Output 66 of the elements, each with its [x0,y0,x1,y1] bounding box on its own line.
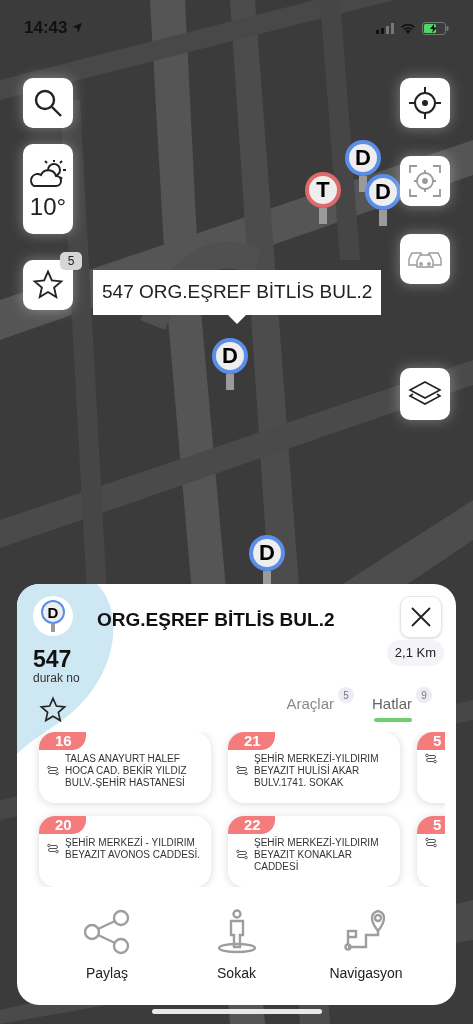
action-label: Paylaş [86,963,128,983]
pin-stem [319,208,327,224]
route-icon [425,836,437,849]
search-button[interactable] [23,78,73,128]
route-number: 22 [228,815,275,834]
route-name: ŞEHİR MERKEZİ-YILDIRIM BEYAZIT KONAKLAR CADDESİ [254,836,380,873]
stop-number: 547 [33,647,72,671]
action-label: Navigasyon [329,963,403,983]
tab-label: Araçlar [286,694,334,714]
route-name: TALAS ANAYURT HALEF HOCA CAD. BEKİR YILDIZ BULV.-ŞEHİR HASTANESİ [65,752,188,789]
pin-stem [226,374,234,390]
route-icon [236,848,248,861]
route-number: 16 [39,731,86,750]
focus-location-button[interactable] [400,156,450,206]
favorite-toggle[interactable] [39,695,67,724]
close-button[interactable] [400,596,442,638]
action-button[interactable]: Paylaş [57,908,157,984]
route-number: 20 [39,815,86,834]
route-number: 5 [417,731,445,750]
favorites-count-badge: 5 [60,252,82,270]
tab-count-badge: 5 [338,687,354,703]
tab[interactable]: Hatlar 9 [372,687,432,722]
my-location-button[interactable] [400,78,450,128]
pin-stem [379,210,387,226]
close-icon [410,606,432,628]
traffic-button[interactable] [400,234,450,284]
pin-stem [359,176,367,192]
star-icon [39,695,67,724]
route-icon [236,764,248,777]
route-card[interactable]: 22 ŞEHİR MERKEZİ-YILDIRIM BEYAZIT KONAKLAR CADDESİ [228,815,400,887]
search-icon [33,88,63,118]
scan-target-icon [408,164,442,198]
action-button[interactable]: Sokak [186,908,287,984]
route-icon [47,764,59,777]
crosshair-icon [409,86,441,120]
stop-name: ORG.EŞREF BİTLİS BUL.2 [97,608,336,632]
tab[interactable]: Araçlar 5 [286,687,354,722]
location-arrow-icon [71,22,84,34]
tooltip-pointer-icon [228,314,247,324]
stop-tooltip: 547 ORG.EŞREF BİTLİS BUL.2 [93,270,382,315]
stop-badge-letter: D [41,600,65,624]
route-number: 5 [417,815,445,834]
share-icon [83,908,131,955]
partly-cloudy-icon [28,159,68,189]
tab-label: Hatlar [372,694,412,714]
stop-number-label: durak no [33,670,80,686]
pedestrian-icon [216,908,257,955]
action-label: Sokak [217,963,256,983]
layers-button[interactable] [400,368,450,420]
action-button[interactable]: Navigasyon [316,908,416,984]
route-name: ŞEHİR MERKEZİ - YILDIRIM BEYAZIT AVONOS CADDESİ. [65,836,202,861]
route-card[interactable]: 16 TALAS ANAYURT HALEF HOCA CAD. BEKİR YILDIZ BULV.-ŞEHİR HASTANESİ [39,731,211,803]
route-icon [47,842,59,855]
distance: 2,1 Km [386,640,444,666]
tab-count-badge: 9 [416,687,432,703]
weather-widget[interactable]: 10° [23,144,73,234]
temperature: 10° [29,195,67,219]
route-card[interactable]: 21 ŞEHİR MERKEZİ-YILDIRIM BEYAZIT HULİSİ AKAR BULV.1741. SOKAK [228,731,400,803]
route-icon [425,752,437,765]
signal-icon [376,22,394,34]
battery-charging-icon [422,21,449,35]
route-number: 21 [228,731,275,750]
route-name: ŞEHİR MERKEZİ-YILDIRIM BEYAZIT HULİSİ AKAR BULV.1741. SOKAK [254,752,380,789]
star-icon [32,269,64,301]
route-card[interactable]: 20 ŞEHİR MERKEZİ - YILDIRIM BEYAZIT AVONOS CADDESİ. [39,815,211,887]
wifi-icon [400,22,416,34]
